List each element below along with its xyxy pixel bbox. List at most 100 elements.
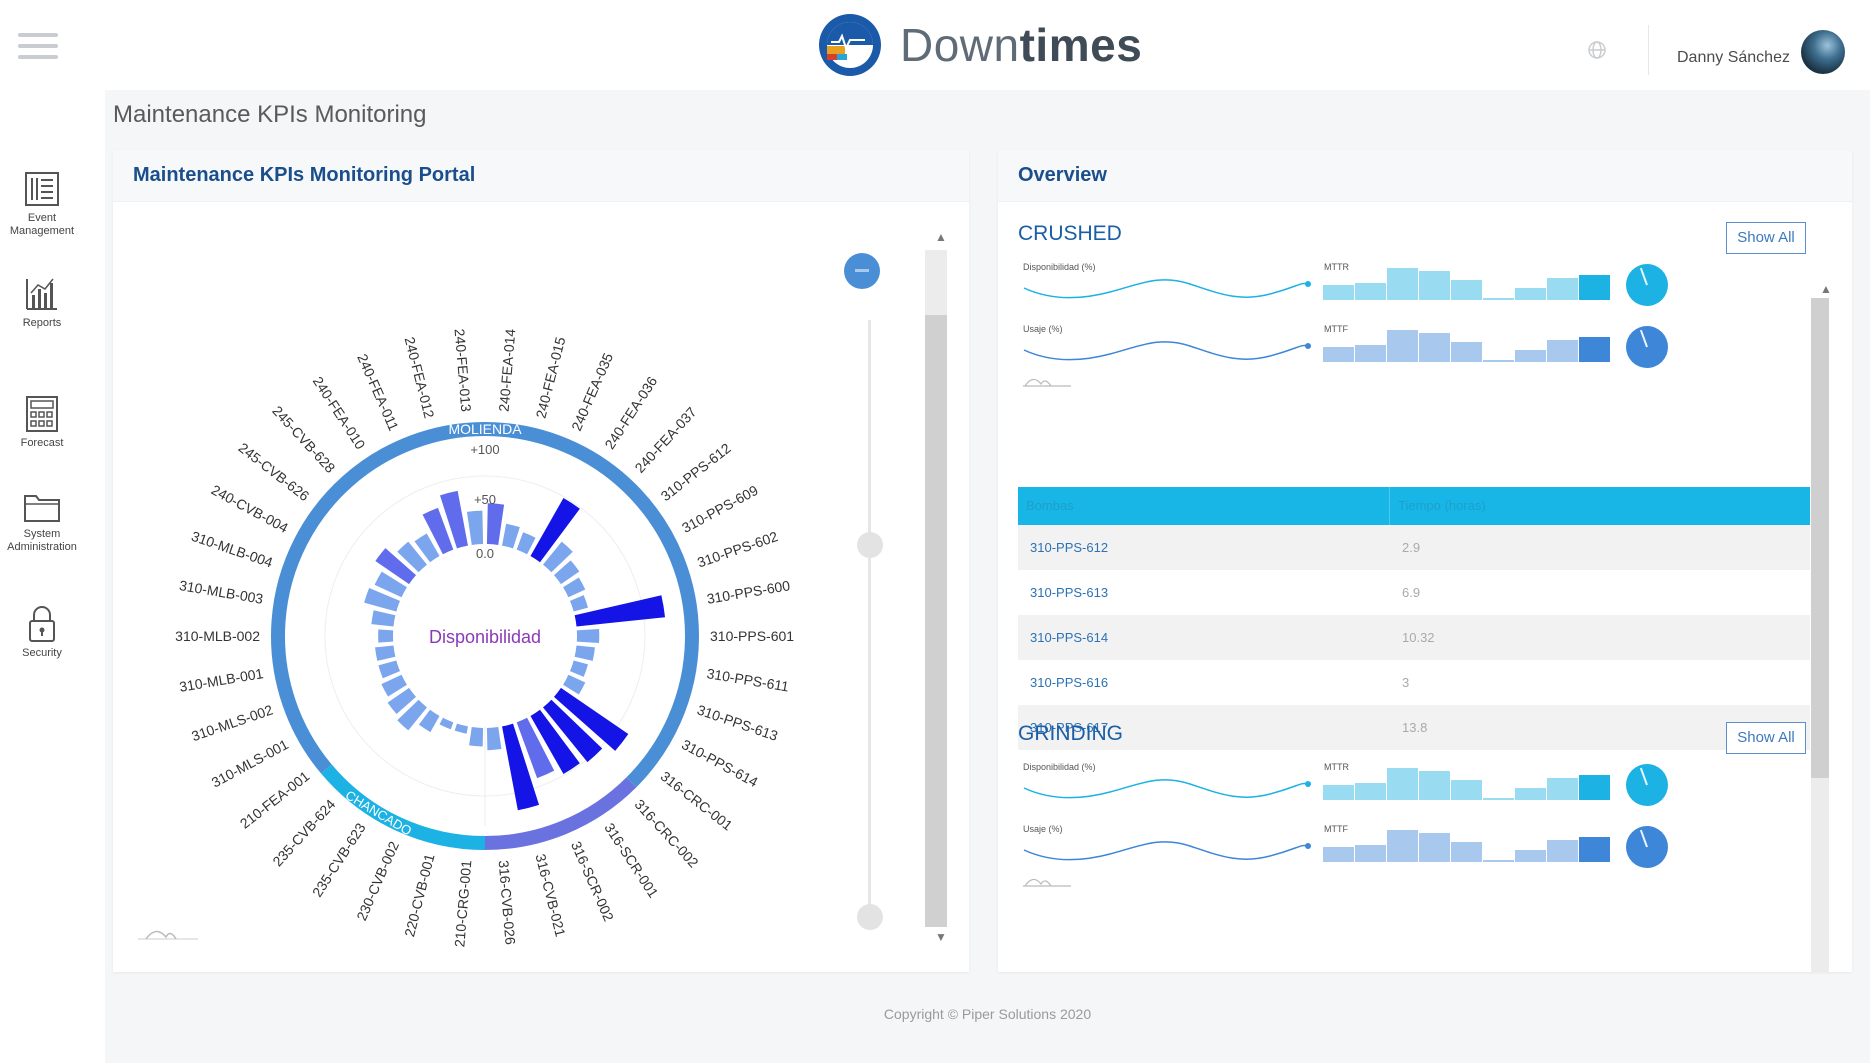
radial-bar[interactable]	[516, 532, 536, 555]
monitoring-portal-card: Maintenance KPIs Monitoring Portal MOLIE…	[113, 150, 969, 972]
sparkline	[1023, 841, 1311, 861]
sidebar-item-reports[interactable]: Reports	[0, 275, 84, 330]
radial-tick-label: +50	[474, 492, 496, 507]
radial-bar[interactable]	[371, 610, 396, 627]
kpi-pie	[1626, 764, 1668, 806]
category-label: 240-FEA-013	[452, 328, 475, 413]
avatar[interactable]	[1801, 30, 1845, 74]
table-cell-hours: 3	[1402, 675, 1410, 690]
radial-bar[interactable]	[502, 523, 520, 549]
range-slider-handle-top[interactable]	[857, 532, 883, 558]
kpi-bar	[1547, 839, 1578, 862]
category-label: 235-CVB-624	[269, 796, 338, 869]
radial-bar[interactable]	[574, 645, 595, 661]
overview-card: Overview CRUSHED Show All Disponibilidad…	[998, 150, 1852, 972]
sidebar-item-security[interactable]: Security	[0, 605, 84, 660]
kpi-bar	[1483, 360, 1514, 362]
kpi-bar	[1387, 267, 1418, 300]
table-row[interactable]: 310-PPS-612 2.9	[1018, 525, 1810, 570]
footer-copyright: Copyright © Piper Solutions 2020	[883, 1006, 1092, 1022]
table-cell-pump[interactable]: 310-PPS-613	[1018, 585, 1390, 600]
scroll-up-arrow-icon[interactable]: ▲	[1816, 282, 1836, 296]
kpi-bar	[1579, 274, 1610, 300]
folder-icon	[24, 495, 60, 522]
category-label: 316-CVB-021	[532, 852, 568, 938]
category-label: 240-CVB-004	[209, 482, 291, 537]
radial-bar[interactable]	[454, 723, 468, 734]
radial-tick-label: 0.0	[476, 546, 494, 561]
table-cell-hours: 6.9	[1402, 585, 1421, 600]
category-label: 310-PPS-613	[695, 701, 780, 743]
show-all-button[interactable]: Show All	[1726, 722, 1806, 754]
column-header[interactable]: Tiempo (horas)	[1390, 487, 1486, 525]
mini-bar-chart	[1323, 826, 1613, 862]
show-all-button[interactable]: Show All	[1726, 222, 1806, 254]
category-label: 310-MLS-002	[189, 701, 275, 744]
table-row[interactable]: 310-PPS-613 6.9	[1018, 570, 1810, 615]
table-cell-pump[interactable]: 310-PPS-616	[1018, 675, 1390, 690]
radial-bar[interactable]	[439, 717, 454, 730]
sidebar-item-forecast[interactable]: Forecast	[0, 395, 84, 450]
kpi-bar	[1323, 784, 1354, 800]
kpi-bar	[1387, 329, 1418, 362]
radial-bar[interactable]	[466, 510, 484, 545]
table-row[interactable]: 310-PPS-614 10.32	[1018, 615, 1810, 660]
category-label: 240-FEA-015	[532, 335, 568, 420]
radial-bar[interactable]	[378, 660, 400, 679]
kpi-bar	[1419, 271, 1450, 300]
radial-bar[interactable]	[576, 628, 600, 644]
kpi-bar	[1419, 333, 1450, 362]
scroll-up-arrow-icon[interactable]: ▲	[931, 230, 951, 246]
table-cell-pump[interactable]: 310-PPS-614	[1018, 630, 1390, 645]
sidebar-item-label: Forecast	[20, 437, 64, 449]
globe-icon[interactable]	[1587, 40, 1607, 60]
brand-name-bold: times	[1019, 19, 1143, 71]
radial-bar[interactable]	[570, 660, 588, 677]
category-label: 310-MLB-001	[178, 665, 265, 695]
category-label: 240-FEA-010	[310, 374, 369, 453]
table-row[interactable]: 310-PPS-617 13.8	[1018, 705, 1810, 750]
user-name[interactable]: Danny Sánchez	[1677, 49, 1790, 67]
category-label: 316-CVB-026	[496, 860, 519, 946]
radial-bar[interactable]	[563, 577, 586, 598]
scroll-down-arrow-icon[interactable]: ▼	[931, 930, 951, 946]
sparkline	[1023, 341, 1311, 361]
sidebar-item-label: System	[23, 528, 61, 540]
column-header[interactable]: Bombas	[1018, 487, 1390, 525]
kpi-bar	[1355, 845, 1386, 862]
kpi-bar	[1355, 283, 1386, 300]
category-label: 310-PPS-602	[695, 528, 780, 570]
sidebar-item-system-administration[interactable]: System Administration	[0, 490, 84, 554]
kpi-bar	[1451, 779, 1482, 800]
kpi-bar	[1515, 788, 1546, 800]
kpi-bar	[1355, 345, 1386, 362]
calculator-icon	[26, 396, 58, 432]
menu-icon[interactable]	[18, 33, 58, 63]
scrollbar-thumb[interactable]	[925, 315, 947, 927]
radial-bar[interactable]	[486, 727, 502, 751]
sidebar-item-label: Management	[9, 225, 75, 237]
kpi-bar	[1451, 279, 1482, 300]
table-row[interactable]: 310-PPS-616 3	[1018, 660, 1810, 705]
radial-bar[interactable]	[570, 595, 588, 612]
range-slider-handle-bottom[interactable]	[857, 904, 883, 930]
section-title-grinding: GRINDING	[1018, 722, 1123, 745]
toggle-dot-button[interactable]	[844, 253, 880, 289]
sidebar-item-event-management[interactable]: Event Management	[0, 170, 84, 238]
mini-wave-icon	[138, 930, 198, 940]
category-label: 230-CVB-002	[353, 839, 402, 923]
event-list-icon	[25, 172, 59, 206]
radial-bar[interactable]	[486, 503, 505, 545]
table-header: Bombas Tiempo (horas)	[1018, 487, 1810, 525]
radial-bar[interactable]	[574, 595, 666, 627]
radial-bar[interactable]	[378, 629, 394, 643]
kpi-bar	[1451, 841, 1482, 862]
scrollbar-thumb[interactable]	[1811, 298, 1829, 778]
radial-bar[interactable]	[375, 645, 396, 661]
radial-bar[interactable]	[469, 727, 484, 747]
kpi-bar	[1419, 833, 1450, 862]
table-cell-pump[interactable]: 310-PPS-612	[1018, 540, 1390, 555]
chart-center-label: Disponibilidad	[429, 627, 541, 647]
sidebar-item-label: Administration	[7, 541, 77, 553]
radial-bar[interactable]	[563, 674, 586, 695]
